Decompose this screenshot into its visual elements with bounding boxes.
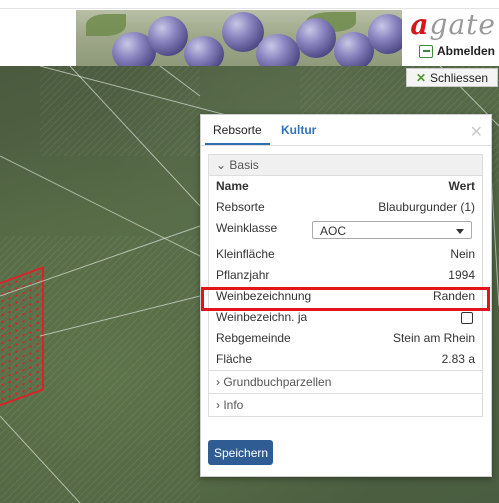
pflanzjahr-value: 1994 xyxy=(448,268,475,282)
weinbezeichnung-highlight-box xyxy=(201,287,490,311)
rebgemeinde-label: Rebgemeinde xyxy=(216,331,291,345)
section-basis-header[interactable]: ⌄ Basis xyxy=(209,155,482,176)
row-rebgemeinde: Rebgemeinde Stein am Rhein xyxy=(209,328,482,349)
rebgemeinde-value: Stein am Rhein xyxy=(392,331,475,345)
row-flaeche: Fläche 2.83 a xyxy=(209,349,482,370)
flaeche-value: 2.83 a xyxy=(441,352,475,366)
agate-logo: agate xyxy=(410,8,496,41)
section-info-header[interactable]: › Info xyxy=(209,393,482,416)
properties-panel: ⌄ Basis Name Wert Rebsorte Blauburgunder… xyxy=(208,154,483,417)
row-weinklasse: Weinklasse AOC xyxy=(209,218,482,244)
plum-banner-image xyxy=(76,10,402,66)
logout-button[interactable]: Abmelden xyxy=(418,44,495,58)
logout-label: Abmelden xyxy=(436,44,495,58)
dialog-close-icon[interactable]: ✕ xyxy=(470,122,483,142)
weinbezeichn-ja-checkbox[interactable] xyxy=(461,312,473,324)
row-kleinflaeche: Kleinfläche Nein xyxy=(209,244,482,265)
parcel-dialog: Rebsorte Kultur ✕ ⌄ Basis Name Wert Rebs… xyxy=(200,114,492,477)
column-name-header: Name xyxy=(216,179,249,193)
rebsorte-value: Blauburgunder (1) xyxy=(378,200,475,214)
chevron-down-icon xyxy=(456,229,464,234)
dialog-tabs: Rebsorte Kultur ✕ xyxy=(201,115,491,146)
close-map-button[interactable]: ✕ Schliessen xyxy=(406,68,498,87)
kleinflaeche-value: Nein xyxy=(450,247,475,261)
tab-rebsorte[interactable]: Rebsorte xyxy=(205,115,270,145)
close-icon: ✕ xyxy=(415,70,427,85)
weinklasse-select[interactable]: AOC xyxy=(312,221,472,239)
column-value-header: Wert xyxy=(448,179,475,193)
kleinflaeche-label: Kleinfläche xyxy=(216,247,275,261)
row-pflanzjahr: Pflanzjahr 1994 xyxy=(209,265,482,286)
save-button[interactable]: Speichern xyxy=(208,440,273,465)
rebsorte-label: Rebsorte xyxy=(216,200,265,214)
pflanzjahr-label: Pflanzjahr xyxy=(216,268,270,282)
weinklasse-label: Weinklasse xyxy=(216,221,278,235)
table-header-row: Name Wert xyxy=(209,176,482,197)
tab-kultur[interactable]: Kultur xyxy=(281,115,316,145)
weinklasse-selected-value: AOC xyxy=(320,224,347,238)
close-map-label: Schliessen xyxy=(430,70,489,85)
row-rebsorte: Rebsorte Blauburgunder (1) xyxy=(209,197,482,218)
logout-icon xyxy=(418,44,433,58)
flaeche-label: Fläche xyxy=(216,352,253,366)
section-grundbuchparzellen-header[interactable]: › Grundbuchparzellen xyxy=(209,370,482,393)
app-header: agate Abmelden xyxy=(0,0,499,66)
